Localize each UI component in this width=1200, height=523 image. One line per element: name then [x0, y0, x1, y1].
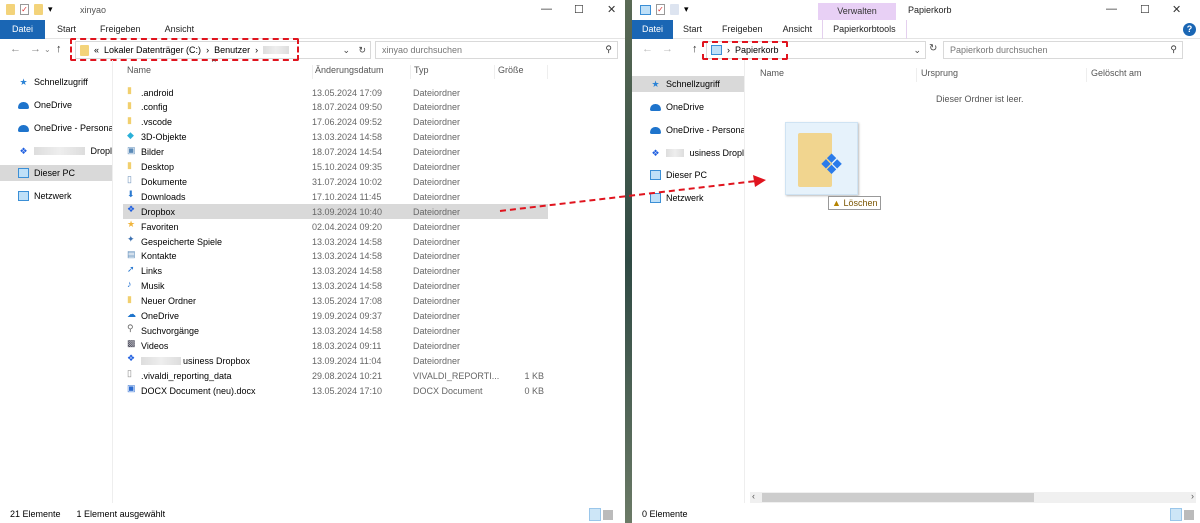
arrow-line	[499, 180, 757, 212]
arrow-head	[753, 175, 766, 187]
annotation-drag-arrow	[499, 175, 766, 212]
